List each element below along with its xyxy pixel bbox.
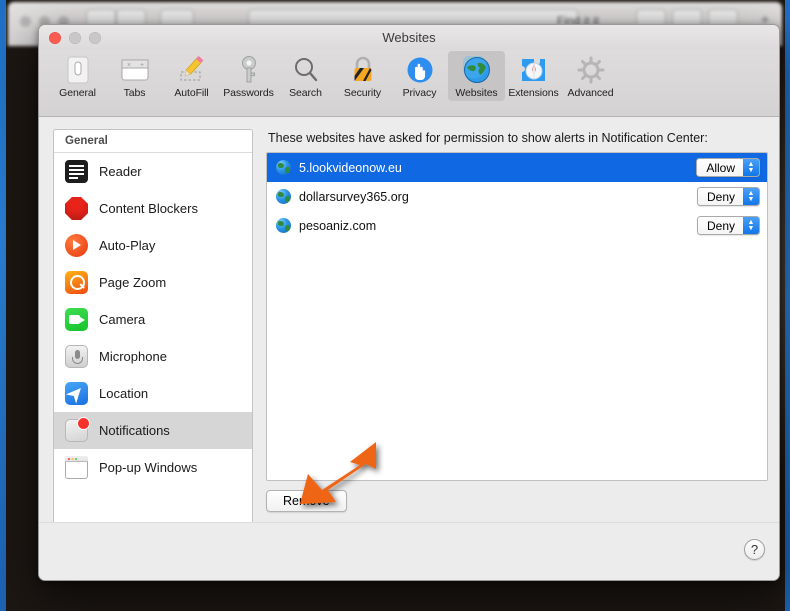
toolbar-tab-privacy[interactable]: Privacy xyxy=(391,51,448,101)
globe-icon xyxy=(276,160,291,175)
location-icon xyxy=(65,382,88,405)
sidebar-item-page-zoom[interactable]: Page Zoom xyxy=(54,264,252,301)
sidebar-item-camera[interactable]: Camera xyxy=(54,301,252,338)
toolbar-tab-passwords[interactable]: Passwords xyxy=(220,51,277,101)
site-name: 5.lookvideonow.eu xyxy=(299,160,402,175)
search-icon xyxy=(277,54,334,85)
microphone-icon xyxy=(65,345,88,368)
sidebar-item-microphone[interactable]: Microphone xyxy=(54,338,252,375)
notifications-icon xyxy=(65,417,90,442)
globe-icon xyxy=(276,218,291,233)
toolbar-tab-autofill[interactable]: AutoFill xyxy=(163,51,220,101)
sidebar-item-reader[interactable]: Reader xyxy=(54,153,252,190)
chevron-updown-icon: ▲ ▼ xyxy=(743,159,759,176)
globe-icon xyxy=(276,189,291,204)
sidebar-item-label: Page Zoom xyxy=(99,275,167,290)
chevron-updown-icon: ▲ ▼ xyxy=(743,217,759,234)
toolbar-tab-search[interactable]: Search xyxy=(277,51,334,101)
window-titlebar[interactable]: Websites xyxy=(39,25,779,50)
preferences-toolbar: General × + Tabs AutoFill Passwords Sear… xyxy=(39,50,779,117)
autofill-icon xyxy=(163,54,220,85)
remove-row: Remove xyxy=(266,490,768,512)
sidebar-item-label: Pop-up Windows xyxy=(99,460,198,475)
permission-value: Allow xyxy=(697,159,743,176)
toolbar-tab-extensions[interactable]: Extensions xyxy=(505,51,562,101)
sidebar-item-label: Location xyxy=(99,386,149,401)
toolbar-label: Security xyxy=(343,87,382,99)
close-button-icon[interactable] xyxy=(49,32,61,44)
permission-value: Deny xyxy=(697,188,743,205)
toolbar-label: General xyxy=(59,87,96,99)
toolbar-label: Websites xyxy=(455,87,498,99)
toolbar-tab-tabs[interactable]: × + Tabs xyxy=(106,51,163,101)
minimize-button-icon[interactable] xyxy=(69,32,81,44)
toolbar-label: Privacy xyxy=(402,87,437,99)
permission-dropdown[interactable]: Allow ▲ ▼ xyxy=(696,158,760,177)
content-blockers-icon xyxy=(65,197,88,220)
websites-icon xyxy=(448,54,505,85)
popup-windows-icon xyxy=(65,456,88,479)
website-permission-list[interactable]: 5.lookvideonow.eu Allow ▲ ▼ dollarsurvey3… xyxy=(266,152,768,481)
permission-dropdown[interactable]: Deny ▲ ▼ xyxy=(696,216,760,235)
sidebar-item-label: Reader xyxy=(99,164,142,179)
site-name: dollarsurvey365.org xyxy=(299,189,409,204)
sidebar-item-popup-windows[interactable]: Pop-up Windows xyxy=(54,449,252,486)
preferences-body: General Reader Content Blockers Auto-Pla… xyxy=(39,117,779,561)
svg-text:×: × xyxy=(127,62,131,69)
permission-dropdown[interactable]: Deny ▲ ▼ xyxy=(696,187,760,206)
remove-button[interactable]: Remove xyxy=(266,490,347,512)
table-row[interactable]: 5.lookvideonow.eu Allow ▲ ▼ xyxy=(267,153,767,182)
pane-description: These websites have asked for permission… xyxy=(268,131,708,145)
help-button[interactable]: ? xyxy=(744,539,765,560)
privacy-icon xyxy=(391,54,448,85)
table-row[interactable]: pesoaniz.com Deny ▲ ▼ xyxy=(267,211,767,240)
advanced-icon xyxy=(562,54,619,85)
desktop-left-edge xyxy=(0,0,6,611)
auto-play-icon xyxy=(65,234,88,257)
site-name: pesoaniz.com xyxy=(299,218,377,233)
toolbar-label: Extensions xyxy=(508,87,559,99)
sidebar-item-auto-play[interactable]: Auto-Play xyxy=(54,227,252,264)
page-zoom-icon xyxy=(65,271,88,294)
general-icon xyxy=(49,54,106,85)
window-title: Websites xyxy=(382,30,436,45)
sidebar-item-label: Camera xyxy=(99,312,146,327)
window-footer: ? xyxy=(39,522,779,580)
notifications-pane: These websites have asked for permission… xyxy=(253,129,768,548)
toolbar-label: Passwords xyxy=(223,87,274,99)
table-row[interactable]: dollarsurvey365.org Deny ▲ ▼ xyxy=(267,182,767,211)
sidebar-item-content-blockers[interactable]: Content Blockers xyxy=(54,190,252,227)
tabs-icon: × + xyxy=(106,54,163,85)
chevron-updown-icon: ▲ ▼ xyxy=(743,188,759,205)
security-icon xyxy=(334,54,391,85)
extensions-icon xyxy=(505,54,562,85)
toolbar-tab-general[interactable]: General xyxy=(49,51,106,101)
sidebar-item-label: Auto-Play xyxy=(99,238,156,253)
toolbar-label: Advanced xyxy=(567,87,614,99)
toolbar-label: Search xyxy=(289,87,322,99)
safari-preferences-window: Websites General × + Tabs AutoFill Passw… xyxy=(38,24,780,581)
sidebar-item-location[interactable]: Location xyxy=(54,375,252,412)
sidebar-item-label: Content Blockers xyxy=(99,201,198,216)
passwords-icon xyxy=(220,54,277,85)
camera-icon xyxy=(65,308,88,331)
traffic-lights xyxy=(49,32,101,44)
toolbar-tab-websites[interactable]: Websites xyxy=(448,51,505,101)
sidebar-item-notifications[interactable]: Notifications xyxy=(54,412,252,449)
toolbar-label: Tabs xyxy=(123,87,146,99)
sidebar-item-label: Notifications xyxy=(99,423,170,438)
toolbar-tab-advanced[interactable]: Advanced xyxy=(562,51,619,101)
toolbar-label: AutoFill xyxy=(174,87,209,99)
sidebar-item-label: Microphone xyxy=(99,349,167,364)
toolbar-tab-security[interactable]: Security xyxy=(334,51,391,101)
permission-value: Deny xyxy=(697,217,743,234)
desktop-right-edge xyxy=(785,0,790,611)
zoom-button-icon[interactable] xyxy=(89,32,101,44)
reader-icon xyxy=(65,160,88,183)
sidebar-header: General xyxy=(54,130,252,153)
settings-sidebar: General Reader Content Blockers Auto-Pla… xyxy=(53,129,253,561)
svg-text:+: + xyxy=(140,62,144,69)
